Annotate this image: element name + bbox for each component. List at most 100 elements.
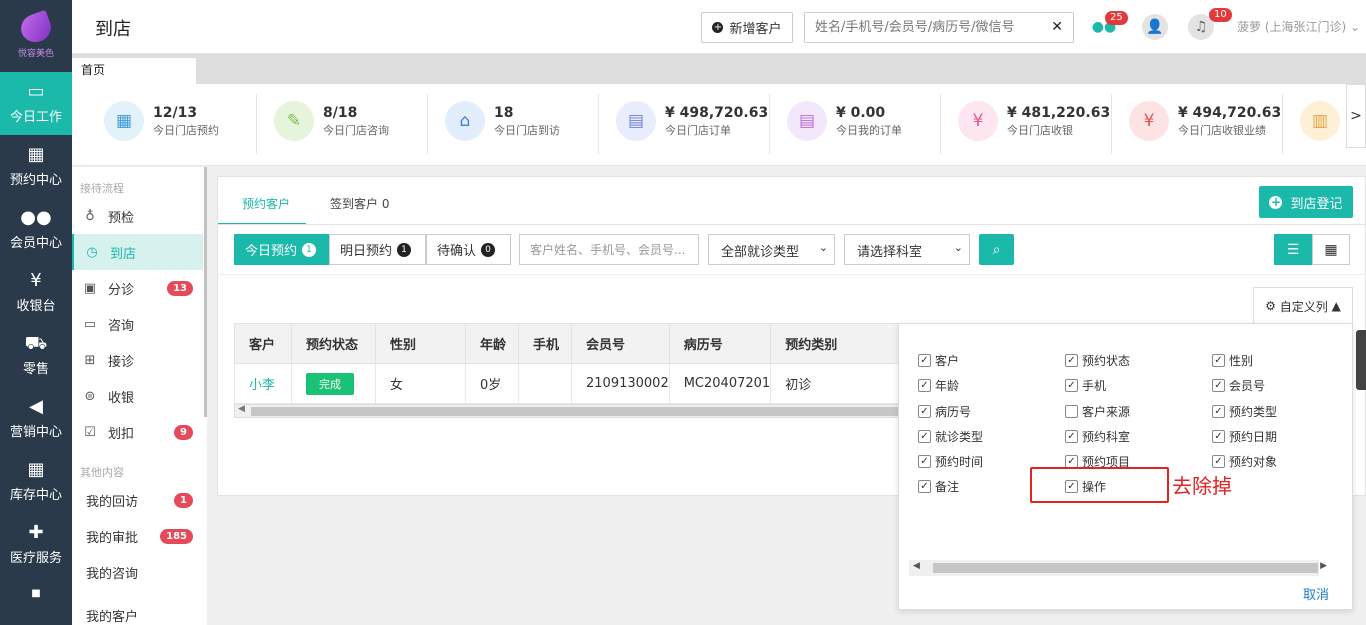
scrollbar-thumb[interactable] (933, 563, 1318, 573)
nav-item-appointments[interactable]: ▦ 预约中心 (0, 135, 72, 198)
stat-visits[interactable]: ⌂ 18 今日门店到访 (445, 84, 605, 166)
nav-item-today-work[interactable]: ▭ 今日工作 (0, 72, 72, 135)
user-menu[interactable]: 菠萝 (上海张江门诊) ⌄ (1237, 18, 1360, 35)
column-option[interactable]: ✓ 病历号 (918, 403, 971, 420)
nav-item-inventory[interactable]: ▦ 库存中心 (0, 450, 72, 513)
column-option[interactable]: ✓ 客户 (918, 352, 959, 369)
column-option[interactable]: ✓ 备注 (918, 478, 959, 495)
checkbox[interactable]: ✓ (918, 379, 931, 392)
column-option[interactable]: ✓ 就诊类型 (918, 428, 983, 445)
scroll-left-icon[interactable]: ◀ (238, 404, 245, 414)
checkbox[interactable]: ✓ (1065, 379, 1078, 392)
checkbox[interactable]: ✓ (918, 430, 931, 443)
visit-type-select[interactable]: 全部就诊类型 ⌄ (708, 234, 835, 265)
column-header[interactable]: 预约类别 (770, 323, 902, 364)
nav-item-members[interactable]: ●● 会员中心 (0, 198, 72, 261)
column-option[interactable]: ✓ 预约日期 (1212, 428, 1277, 445)
column-option[interactable]: ✓ 预约对象 (1212, 453, 1277, 470)
stat-store-orders[interactable]: ▤ ¥ 498,720.63 今日门店订单 (616, 84, 776, 166)
scroll-right-icon[interactable]: ▶ (1320, 561, 1327, 571)
column-header[interactable]: 病历号 (668, 323, 772, 364)
checkbox[interactable]: ✓ (1212, 405, 1225, 418)
column-option[interactable]: ✓ 会员号 (1212, 377, 1265, 394)
tab-reserved-customers[interactable]: 预约客户 (242, 195, 290, 212)
nav-label: 库存中心 (9, 488, 62, 503)
checkbox[interactable]: ✓ (918, 455, 931, 468)
submenu-item-arrival[interactable]: ◷ 到店 (72, 234, 203, 270)
stat-my-orders[interactable]: ▤ ¥ 0.00 今日我的订单 (787, 84, 947, 166)
stat-appointments[interactable]: ▦ 12/13 今日门店预约 (104, 84, 264, 166)
nav-item-more[interactable]: ■ (0, 576, 72, 616)
checkbox[interactable]: ✓ (918, 354, 931, 367)
checkbox[interactable]: ✓ (1065, 430, 1078, 443)
column-header[interactable]: 年龄 (465, 323, 519, 364)
column-header[interactable]: 预约状态 (291, 323, 376, 364)
nav-item-marketing[interactable]: ◀ 营销中心 (0, 387, 72, 450)
checkbox[interactable]: ✓ (918, 405, 931, 418)
column-option[interactable]: ✓ 性别 (1212, 352, 1253, 369)
checkbox[interactable]: ✓ (1212, 455, 1225, 468)
submenu-item-precheck[interactable]: ♁ 预检 (72, 198, 203, 234)
column-option[interactable]: ✓ 预约状态 (1065, 352, 1130, 369)
submenu-item-followup[interactable]: 我的回访 1 (72, 482, 203, 518)
submenu-item-my-consult[interactable]: 我的咨询 (72, 554, 203, 590)
column-option[interactable]: ✓ 预约科室 (1065, 428, 1130, 445)
group-icon[interactable]: 👤 (1142, 14, 1168, 40)
list-view-button[interactable]: ☰ (1274, 234, 1312, 265)
search-button[interactable]: ⌕ (979, 234, 1014, 265)
filter-pending[interactable]: 待确认 0 (426, 234, 511, 265)
customer-link[interactable]: 小李 (249, 378, 275, 393)
clear-icon[interactable]: ✕ (1051, 19, 1063, 35)
submenu-item-approval[interactable]: 我的审批 185 (72, 518, 203, 554)
checkbox[interactable]: ✓ (1212, 430, 1225, 443)
stat-consults[interactable]: ✎ 8/18 今日门店咨询 (274, 84, 434, 166)
submenu-item-triage[interactable]: ▣ 分诊 13 (72, 270, 203, 306)
column-header[interactable]: 性别 (375, 323, 466, 364)
scroll-left-icon[interactable]: ◀ (913, 561, 920, 571)
grid-view-button[interactable]: ▦ (1312, 234, 1350, 265)
column-header[interactable]: 客户 (234, 323, 292, 364)
nav-item-cashier[interactable]: ¥ 收银台 (0, 261, 72, 324)
global-search-input[interactable] (805, 13, 1035, 42)
table-row[interactable]: 小李 完成 女 0岁 2109130002 MC20407201 初诊 (234, 363, 902, 404)
department-select[interactable]: 请选择科室 ⌄ (844, 234, 970, 265)
column-option[interactable]: ✓ 年龄 (918, 377, 959, 394)
checkbox[interactable]: ✓ (1212, 379, 1225, 392)
submenu-scrollbar[interactable] (204, 167, 207, 417)
column-header[interactable]: 会员号 (571, 323, 670, 364)
submenu-item-consult[interactable]: ▭ 咨询 (72, 306, 203, 342)
submenu-item-my-customers[interactable]: 我的客户 (72, 590, 203, 625)
side-handle[interactable] (1356, 330, 1366, 390)
checkbox[interactable] (1065, 405, 1078, 418)
column-header[interactable]: 手机 (518, 323, 572, 364)
nav-item-retail[interactable]: ⛟ 零售 (0, 324, 72, 387)
logo[interactable]: 悦容美色 (0, 0, 72, 72)
column-option[interactable]: ✓ 手机 (1065, 377, 1106, 394)
tab-home[interactable]: 首页 (72, 58, 196, 84)
checkbox[interactable]: ✓ (918, 480, 931, 493)
stat-cashier[interactable]: ¥ ¥ 481,220.63 今日门店收银 (958, 84, 1118, 166)
arrival-register-button[interactable]: + 到店登记 (1259, 186, 1353, 218)
tab-checked-in-customers[interactable]: 签到客户 0 (330, 195, 389, 212)
checkbox[interactable]: ✓ (1212, 354, 1225, 367)
submenu-item-deduct[interactable]: ☑ 划扣 9 (72, 414, 203, 450)
keyword-search-input[interactable] (520, 235, 696, 264)
stat-extra[interactable]: ▥ (1300, 84, 1346, 166)
table-horizontal-scrollbar[interactable]: ◀ (234, 404, 900, 418)
checkbox[interactable]: ✓ (1065, 354, 1078, 367)
popup-horizontal-scrollbar[interactable]: ◀ ▶ (909, 560, 1327, 576)
column-option[interactable]: 客户来源 (1065, 403, 1130, 420)
column-option[interactable]: ✓ 预约时间 (918, 453, 983, 470)
custom-columns-button[interactable]: ⚙ 自定义列 ▲ (1253, 287, 1353, 324)
nav-item-medical[interactable]: ✚ 医疗服务 (0, 513, 72, 576)
submenu-item-reception[interactable]: ⊞ 接诊 (72, 342, 203, 378)
filter-tomorrow[interactable]: 明日预约 1 (329, 234, 426, 265)
submenu-item-cashier[interactable]: ⊜ 收银 (72, 378, 203, 414)
filter-today[interactable]: 今日预约 1 (234, 234, 329, 265)
stat-cashier-performance[interactable]: ¥ ¥ 494,720.63 今日门店收银业绩 (1129, 84, 1289, 166)
column-option[interactable]: ✓ 预约类型 (1212, 403, 1277, 420)
cancel-button[interactable]: 取消 (1303, 584, 1329, 603)
scrollbar-thumb[interactable] (251, 407, 900, 416)
new-customer-button[interactable]: + 新增客户 (701, 12, 793, 43)
stats-next-button[interactable]: > (1346, 84, 1366, 148)
